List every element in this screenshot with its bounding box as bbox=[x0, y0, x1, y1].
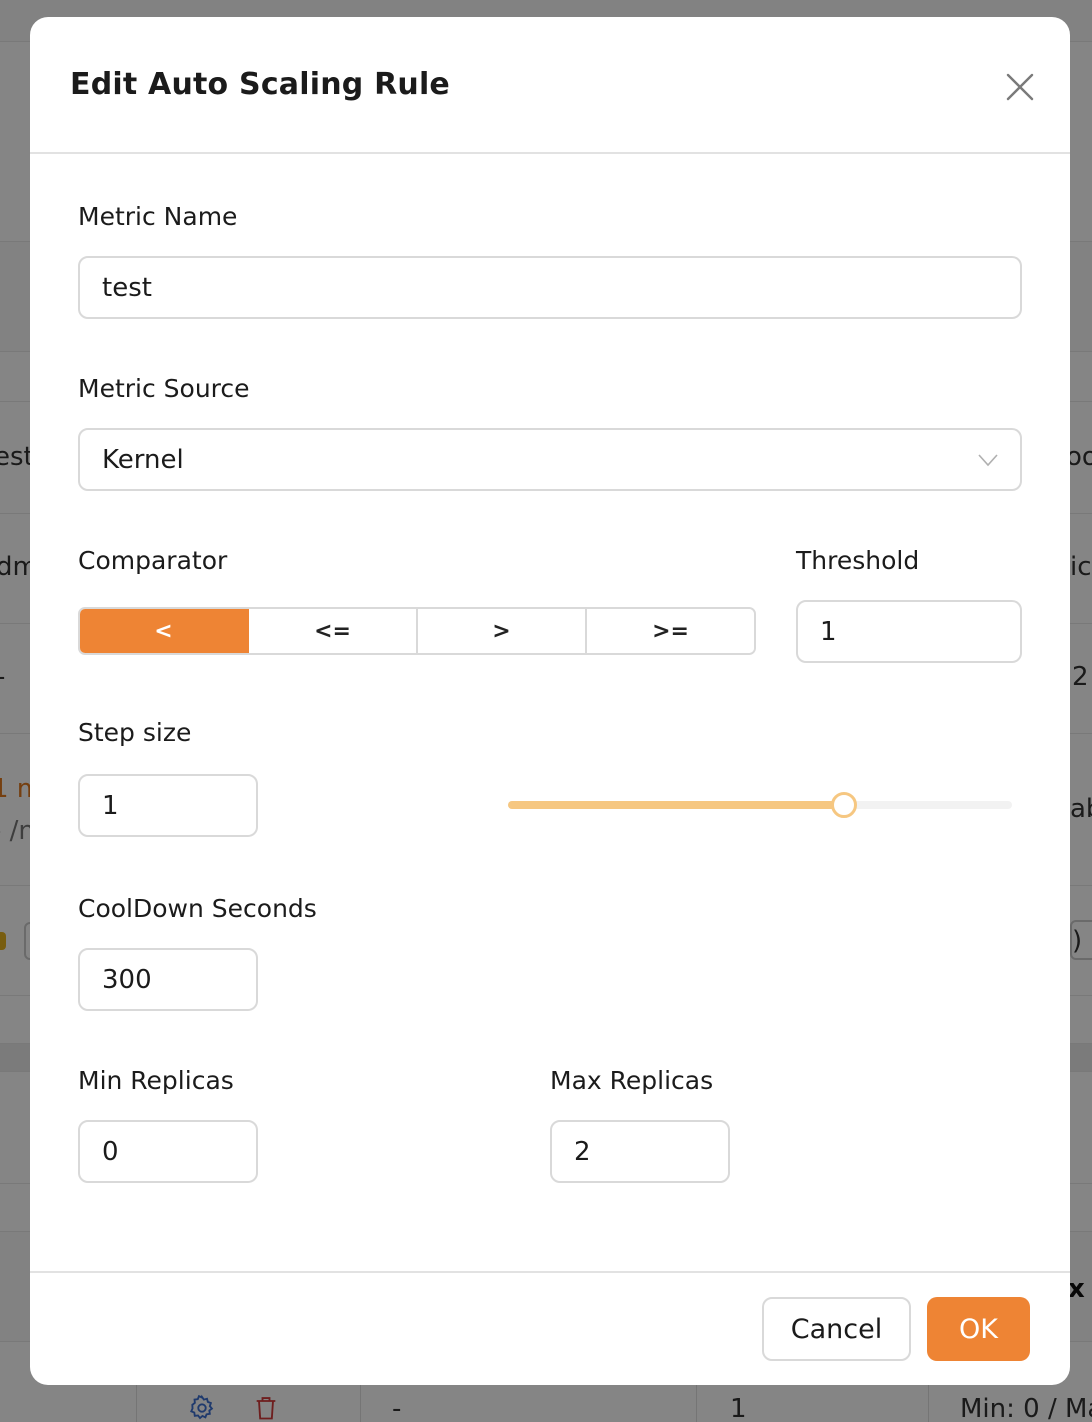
cooldown-seconds-label: CoolDown Seconds bbox=[78, 894, 317, 923]
max-replicas-input[interactable]: 2 bbox=[550, 1120, 730, 1183]
close-icon bbox=[1006, 73, 1034, 101]
cooldown-seconds-value: 300 bbox=[102, 964, 152, 995]
min-replicas-input[interactable]: 0 bbox=[78, 1120, 258, 1183]
comparator-option-lte[interactable]: <= bbox=[249, 609, 418, 653]
min-replicas-value: 0 bbox=[102, 1136, 119, 1167]
metric-name-value: test bbox=[102, 272, 152, 303]
comparator-segmented-control: < <= > >= bbox=[78, 607, 756, 655]
cooldown-seconds-input[interactable]: 300 bbox=[78, 948, 258, 1011]
threshold-value: 1 bbox=[820, 616, 837, 647]
chevron-down-icon bbox=[978, 454, 998, 467]
min-replicas-label: Min Replicas bbox=[78, 1066, 234, 1095]
modal-footer: Cancel OK bbox=[30, 1271, 1070, 1385]
max-replicas-label: Max Replicas bbox=[550, 1066, 714, 1095]
metric-name-label: Metric Name bbox=[78, 202, 238, 231]
step-size-input[interactable]: 1 bbox=[78, 774, 258, 837]
modal-title: Edit Auto Scaling Rule bbox=[70, 67, 450, 102]
close-button[interactable] bbox=[1004, 71, 1036, 103]
step-size-value: 1 bbox=[102, 790, 119, 821]
modal-body: Metric Name test Metric Source Kernel Co… bbox=[30, 154, 1070, 1271]
metric-source-select[interactable]: Kernel bbox=[78, 428, 1022, 491]
ok-button[interactable]: OK bbox=[927, 1297, 1030, 1361]
comparator-option-gte[interactable]: >= bbox=[587, 609, 754, 653]
metric-source-value: Kernel bbox=[102, 444, 184, 475]
metric-name-input[interactable]: test bbox=[78, 256, 1022, 319]
edit-auto-scaling-rule-dialog: Edit Auto Scaling Rule Metric Name test … bbox=[30, 17, 1070, 1385]
slider-track bbox=[508, 801, 845, 809]
step-size-slider[interactable] bbox=[508, 790, 1012, 820]
threshold-label: Threshold bbox=[796, 546, 920, 575]
modal-header: Edit Auto Scaling Rule bbox=[30, 17, 1070, 154]
comparator-option-lt[interactable]: < bbox=[80, 609, 249, 653]
threshold-input[interactable]: 1 bbox=[796, 600, 1022, 663]
cancel-button[interactable]: Cancel bbox=[762, 1297, 911, 1361]
step-size-label: Step size bbox=[78, 718, 192, 747]
max-replicas-value: 2 bbox=[574, 1136, 591, 1167]
comparator-option-gt[interactable]: > bbox=[418, 609, 587, 653]
slider-handle[interactable] bbox=[831, 792, 858, 818]
comparator-label: Comparator bbox=[78, 546, 228, 575]
metric-source-label: Metric Source bbox=[78, 374, 250, 403]
